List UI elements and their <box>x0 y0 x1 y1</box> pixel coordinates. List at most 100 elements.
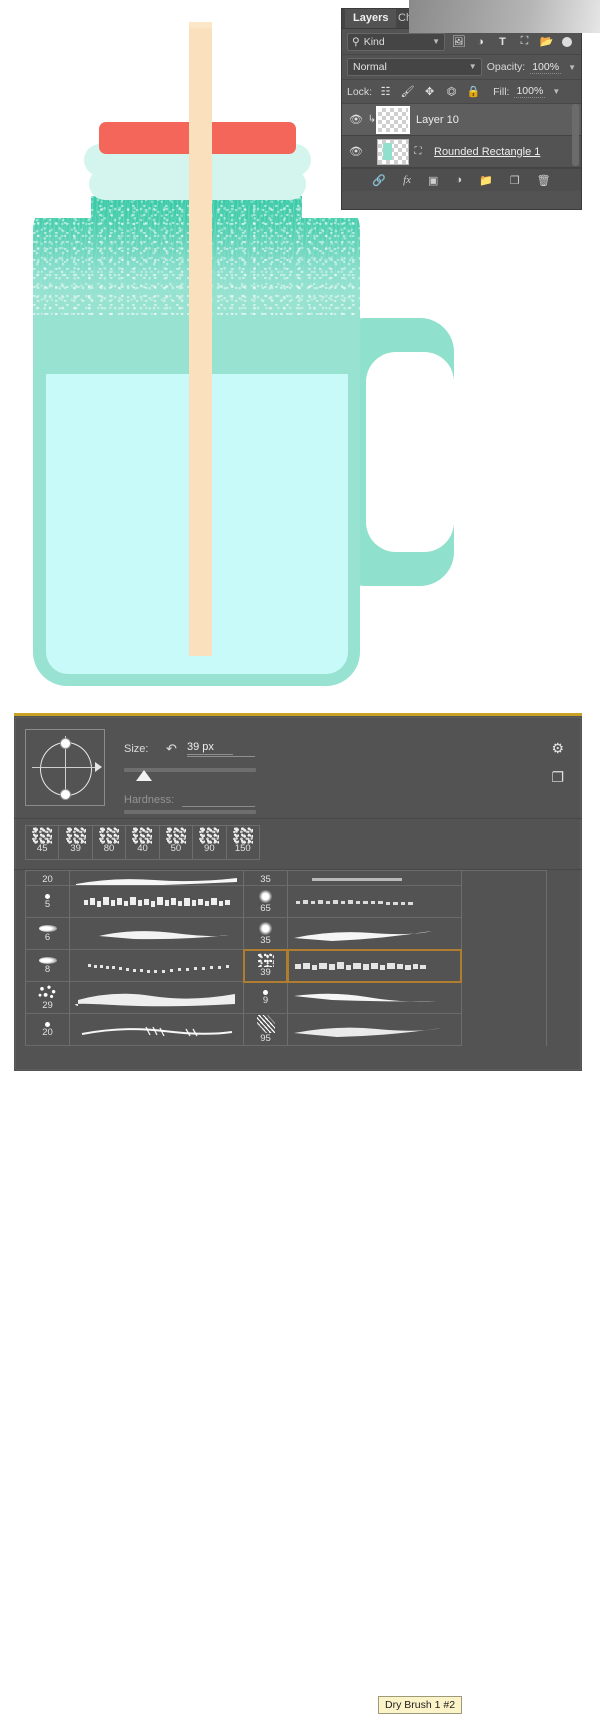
list-item[interactable]: 35 <box>244 871 287 886</box>
list-item[interactable] <box>288 982 461 1014</box>
type-layer-filter-icon[interactable]: T <box>494 34 511 50</box>
list-item[interactable] <box>70 1014 243 1046</box>
pixel-layer-filter-icon[interactable]: 🖼 <box>450 34 467 50</box>
shape-layer-filter-icon[interactable]: ⛶ <box>516 34 533 50</box>
list-item[interactable]: 45 <box>26 826 60 859</box>
list-item[interactable] <box>70 871 243 886</box>
brush-stroke-preview <box>292 892 457 912</box>
list-item[interactable]: 39 <box>59 826 93 859</box>
table-row[interactable]: 👁 ↳ Layer 10 <box>342 104 581 166</box>
fill-label: Fill: <box>493 85 510 98</box>
layers-panel[interactable]: Layers Ch ⚲ Kind ▼ 🖼 ◑ T ⛶ 📂 Normal ▼ Op… <box>341 8 582 210</box>
tab-layers[interactable]: Layers <box>345 9 397 28</box>
brush-stroke-preview <box>74 988 239 1008</box>
hardness-slider-track[interactable] <box>124 810 256 814</box>
brush-grid-empty-area[interactable] <box>462 871 546 1046</box>
layers-list[interactable]: 👁 ↳ Layer 10 👁 ⛶ Rounded Rectangle 1 <box>342 104 581 168</box>
brush-tip-circle[interactable] <box>40 742 92 796</box>
lock-artboard-nesting-icon[interactable]: ⏣ <box>443 84 460 100</box>
new-layer-icon[interactable]: ❐ <box>510 174 520 187</box>
brush-tip-shape-preview[interactable] <box>25 729 105 806</box>
list-item[interactable] <box>70 918 243 950</box>
brush-roundness-handle-top[interactable] <box>60 738 71 749</box>
brush-preset-list[interactable]: 20 5 6 8 29 20 35 65 35 39 9 95 <box>14 870 582 1046</box>
list-item[interactable] <box>70 982 243 1014</box>
list-item[interactable]: 8 <box>26 950 69 982</box>
filter-toggle-icon[interactable] <box>562 36 572 47</box>
eye-icon[interactable]: 👁 <box>345 145 367 158</box>
table-row[interactable]: 👁 ⛶ Rounded Rectangle 1 <box>342 136 581 168</box>
list-item[interactable] <box>70 886 243 918</box>
list-item[interactable]: 35 <box>244 918 287 950</box>
list-item[interactable]: 6 <box>26 918 69 950</box>
brush-size-label: 65 <box>260 902 271 914</box>
adjustment-layer-filter-icon[interactable]: ◑ <box>472 34 489 50</box>
list-item[interactable]: 90 <box>193 826 227 859</box>
filter-kind-dropdown[interactable]: ⚲ Kind ▼ <box>347 32 445 51</box>
layer-name-label[interactable]: Layer 10 <box>416 114 459 126</box>
smart-object-filter-icon[interactable]: 📂 <box>538 34 555 50</box>
list-item[interactable]: 20 <box>26 1014 69 1046</box>
lock-image-pixels-icon[interactable]: 🖌 <box>399 84 416 100</box>
list-item[interactable]: 40 <box>126 826 160 859</box>
brush-preset-grid[interactable]: 20 5 6 8 29 20 35 65 35 39 9 95 <box>25 870 547 1046</box>
opacity-value[interactable]: 100% <box>530 61 562 74</box>
list-item[interactable] <box>288 1014 461 1046</box>
new-preset-icon[interactable]: ❐ <box>551 769 564 786</box>
layer-name-label[interactable]: Rounded Rectangle 1 <box>434 146 540 158</box>
list-item[interactable]: 80 <box>93 826 127 859</box>
layer-style-fx-icon[interactable]: fx <box>403 174 411 186</box>
lock-row: Lock: ☷ 🖌 ✥ ⏣ 🔒 Fill: 100% ▼ <box>342 80 581 104</box>
blend-mode-dropdown[interactable]: Normal ▼ <box>347 58 482 76</box>
brush-size-label: 20 <box>42 874 53 885</box>
list-item[interactable]: 150 <box>227 826 259 859</box>
layers-panel-footer: 🔗 fx ▣ ◑ 📁 ❐ 🗑 <box>342 168 581 191</box>
brush-stroke-column-a <box>70 871 244 1046</box>
brush-stroke-preview <box>74 871 239 885</box>
brush-size-label: 45 <box>36 843 48 854</box>
chevron-down-icon[interactable]: ▼ <box>568 63 576 72</box>
lock-all-icon[interactable]: 🔒 <box>465 84 482 100</box>
clipping-mask-icon: ↳ <box>367 114 377 125</box>
link-layers-icon[interactable]: 🔗 <box>372 174 386 187</box>
gear-icon[interactable]: ⚙ <box>551 740 564 757</box>
list-item[interactable]: 95 <box>244 1014 287 1046</box>
list-item[interactable] <box>70 950 243 982</box>
lock-position-icon[interactable]: ✥ <box>421 84 438 100</box>
list-item[interactable]: 29 <box>26 982 69 1014</box>
list-item[interactable] <box>288 886 461 918</box>
list-item[interactable]: 9 <box>244 982 287 1014</box>
brush-tooltip: Dry Brush 1 #2 <box>378 1696 463 1714</box>
list-item[interactable]: 65 <box>244 886 287 918</box>
size-slider-handle[interactable] <box>136 770 152 781</box>
delete-layer-icon[interactable]: 🗑 <box>537 174 551 187</box>
layer-thumbnail[interactable] <box>376 105 410 134</box>
new-adjustment-layer-icon[interactable]: ◑ <box>455 174 462 186</box>
brush-angle-arrow-icon[interactable] <box>95 762 102 772</box>
brush-preset-picker-panel[interactable]: Size: ↶ 39 px Hardness: ⚙ ❐ 45 39 80 40 … <box>14 713 582 1714</box>
list-item[interactable]: 20 <box>26 871 69 886</box>
grey-gradient-overlay <box>409 0 600 33</box>
recent-brush-strip-list[interactable]: 45 39 80 40 50 90 150 <box>25 825 260 860</box>
chevron-down-icon[interactable]: ▼ <box>552 87 560 96</box>
brush-stroke-preview <box>292 924 457 944</box>
new-group-icon[interactable]: 📁 <box>479 174 493 187</box>
hardness-label: Hardness: <box>124 794 175 806</box>
lock-transparent-pixels-icon[interactable]: ☷ <box>377 84 394 100</box>
recent-brush-strip[interactable]: 45 39 80 40 50 90 150 <box>14 819 582 870</box>
vector-mask-thumbnail[interactable]: ⛶ <box>409 140 427 164</box>
list-item[interactable] <box>288 871 461 886</box>
brush-roundness-handle-bottom[interactable] <box>60 789 71 800</box>
list-item[interactable]: 50 <box>160 826 194 859</box>
list-item[interactable]: 5 <box>26 886 69 918</box>
brush-preview-icon <box>232 827 253 844</box>
eye-icon[interactable]: 👁 <box>345 113 367 126</box>
list-item-selected[interactable]: 39 <box>243 949 288 983</box>
list-item-selected[interactable] <box>287 949 462 983</box>
add-layer-mask-icon[interactable]: ▣ <box>428 174 438 187</box>
fill-value[interactable]: 100% <box>514 85 546 98</box>
reset-arrow-icon[interactable]: ↶ <box>166 741 177 757</box>
list-item[interactable] <box>288 918 461 950</box>
layer-thumbnail[interactable] <box>377 138 409 165</box>
size-input[interactable]: 39 px <box>187 741 233 755</box>
